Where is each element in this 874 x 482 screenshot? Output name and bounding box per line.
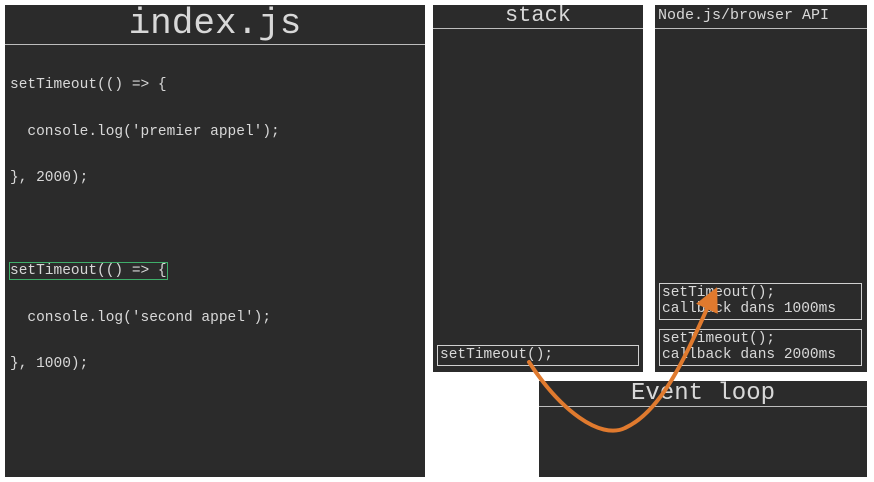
code-line: console.log('premier appel'); — [10, 123, 280, 140]
api-timer-box: setTimeout(); callback dans 1000ms — [659, 283, 862, 320]
timer-callback: callback dans 2000ms — [662, 347, 837, 363]
event-loop-panel: Event loop — [539, 381, 867, 477]
index-js-title: index.js — [5, 5, 425, 45]
code-block: setTimeout(() => { console.log('premier … — [5, 45, 425, 404]
stack-title: stack — [433, 5, 643, 29]
stack-frame: setTimeout(); — [437, 345, 639, 366]
code-line: }, 1000); — [10, 356, 89, 372]
code-line: }, 2000); — [10, 170, 89, 186]
code-line: console.log('second appel'); — [10, 309, 272, 326]
api-timer-box: setTimeout(); callback dans 2000ms — [659, 329, 862, 366]
timer-call: setTimeout(); — [662, 331, 776, 347]
event-loop-title: Event loop — [539, 381, 867, 407]
timer-call: setTimeout(); — [662, 285, 776, 301]
code-line: setTimeout(() => { — [10, 77, 167, 93]
timer-callback: callback dans 1000ms — [662, 301, 837, 317]
stack-panel: stack — [433, 5, 643, 372]
api-title: Node.js/browser API — [655, 5, 867, 29]
index-js-panel: index.js setTimeout(() => { console.log(… — [5, 5, 425, 477]
highlighted-code-line: setTimeout(() => { — [9, 262, 168, 280]
